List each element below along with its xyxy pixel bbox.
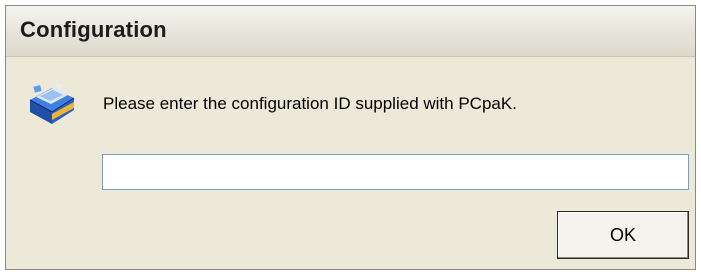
prompt-message: Please enter the configuration ID suppli… (103, 94, 517, 113)
configuration-dialog: Configuration Please enter the configura… (5, 5, 696, 270)
title-bar[interactable]: Configuration (6, 6, 695, 57)
configuration-id-input[interactable] (102, 154, 689, 190)
ok-button[interactable]: OK (557, 211, 689, 259)
dialog-title: Configuration (20, 17, 167, 42)
dialog-body: Please enter the configuration ID suppli… (6, 57, 695, 269)
pcpak-app-icon (29, 83, 75, 124)
